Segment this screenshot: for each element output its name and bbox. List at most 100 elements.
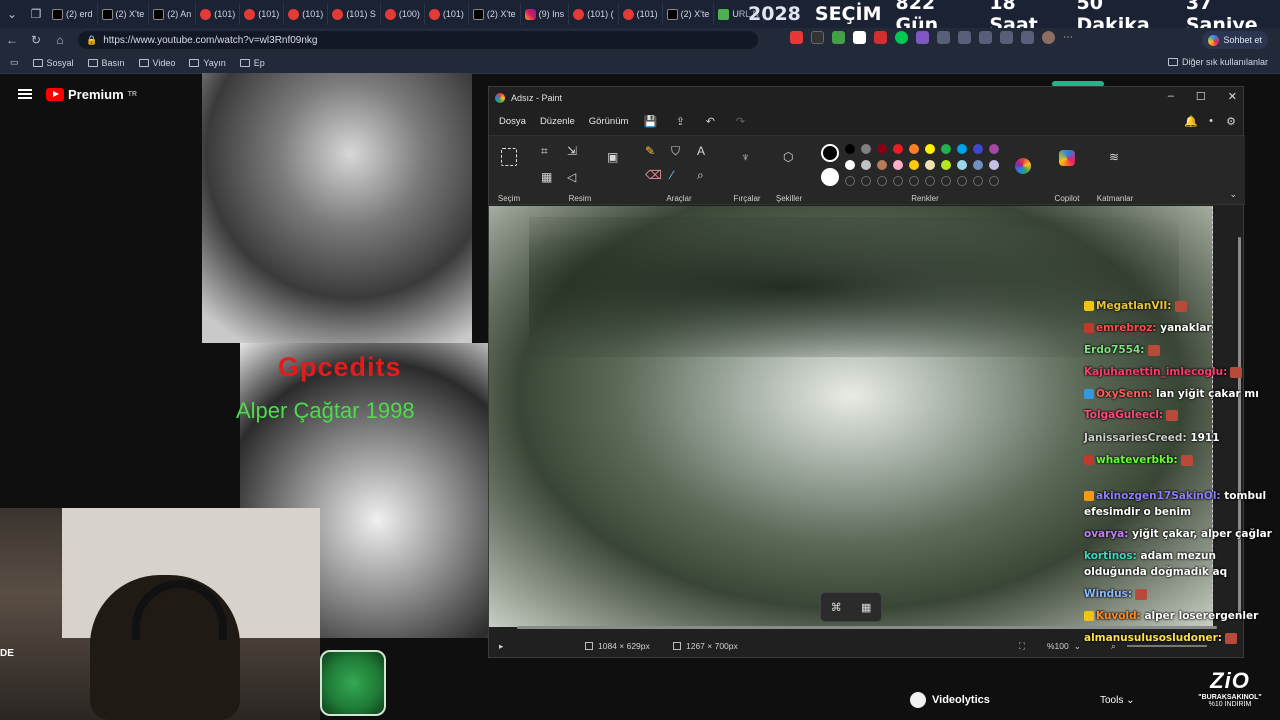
- tools-dropdown[interactable]: Tools ⌄: [1100, 695, 1135, 706]
- menu-file[interactable]: Dosya: [499, 114, 526, 129]
- bookmark-folder-video[interactable]: Video: [138, 58, 175, 68]
- extension-icon[interactable]: [853, 31, 866, 44]
- browser-tab[interactable]: (9) Ins: [521, 3, 570, 25]
- extension-icon[interactable]: [790, 31, 803, 44]
- bookmark-folder-sosyal[interactable]: Sosyal: [32, 58, 74, 68]
- back-arrow-icon[interactable]: ←: [0, 33, 24, 47]
- custom-color-slot[interactable]: [877, 176, 887, 186]
- color-swatch[interactable]: [893, 160, 903, 170]
- color-swatch[interactable]: [877, 144, 887, 154]
- collections-icon[interactable]: [1000, 31, 1013, 44]
- primary-color-swatch[interactable]: [821, 144, 839, 162]
- color-wheel-icon[interactable]: [1015, 158, 1031, 174]
- custom-color-slot[interactable]: [989, 176, 999, 186]
- zoom-level[interactable]: %100 ⌄: [1047, 641, 1081, 652]
- color-swatch[interactable]: [957, 144, 967, 154]
- extension-icon[interactable]: [811, 31, 824, 44]
- fill-bucket-icon[interactable]: ⛉: [671, 144, 680, 159]
- magnifier-icon[interactable]: ⌕: [697, 168, 704, 183]
- background-remove-icon[interactable]: ▣: [607, 150, 618, 164]
- hamburger-menu-icon[interactable]: [18, 89, 32, 99]
- maximize-icon[interactable]: ☐: [1196, 90, 1206, 103]
- puzzle-icon[interactable]: [937, 31, 950, 44]
- extension-icon[interactable]: [874, 31, 887, 44]
- pencil-icon[interactable]: ✎: [645, 144, 655, 158]
- youtube-premium-logo[interactable]: Premium TR: [46, 87, 137, 102]
- menu-view[interactable]: Görünüm: [589, 114, 629, 129]
- text-tool-icon[interactable]: A: [697, 144, 705, 158]
- color-swatch[interactable]: [893, 144, 903, 154]
- browser-tab[interactable]: (2) X'te: [663, 3, 715, 25]
- color-swatch[interactable]: [877, 160, 887, 170]
- color-swatch[interactable]: [989, 160, 999, 170]
- crop-selection-icon[interactable]: ▦: [861, 601, 871, 614]
- avatar[interactable]: [1042, 31, 1055, 44]
- close-icon[interactable]: ✕: [1228, 90, 1237, 103]
- favorites-star-icon[interactable]: [979, 31, 992, 44]
- notification-icon[interactable]: 🔔: [1183, 115, 1199, 128]
- extension-icon[interactable]: [916, 31, 929, 44]
- copilot-chat-button[interactable]: Sohbet et: [1202, 31, 1268, 49]
- ribbon-expand-chevron-icon[interactable]: ⌄: [1229, 189, 1237, 200]
- color-swatch[interactable]: [925, 144, 935, 154]
- browser-tab[interactable]: (101) (: [569, 3, 619, 25]
- more-options-icon[interactable]: ⋯: [1063, 31, 1076, 44]
- custom-color-slot[interactable]: [957, 176, 967, 186]
- custom-color-slot[interactable]: [893, 176, 903, 186]
- split-screen-icon[interactable]: [958, 31, 971, 44]
- select-all-icon[interactable]: ▦: [541, 170, 552, 184]
- home-icon[interactable]: ⌂: [48, 33, 72, 47]
- color-swatch[interactable]: [925, 160, 935, 170]
- color-swatch[interactable]: [861, 160, 871, 170]
- custom-color-slot[interactable]: [941, 176, 951, 186]
- selection-tool-icon[interactable]: [501, 148, 517, 166]
- secondary-color-swatch[interactable]: [821, 168, 839, 186]
- menu-edit[interactable]: Düzenle: [540, 114, 575, 129]
- browser-tab[interactable]: (2) erd: [48, 3, 98, 25]
- color-picker-icon[interactable]: ⁄: [671, 168, 673, 182]
- custom-color-slot[interactable]: [973, 176, 983, 186]
- custom-color-slot[interactable]: [909, 176, 919, 186]
- bookmark-folder-yayin[interactable]: Yayın: [189, 58, 226, 68]
- extension-icon[interactable]: [832, 31, 845, 44]
- browser-tab[interactable]: (101): [240, 3, 285, 25]
- brush-icon[interactable]: ♆: [741, 150, 750, 164]
- color-swatch[interactable]: [941, 144, 951, 154]
- settings-icon[interactable]: ⚙: [1223, 115, 1239, 128]
- undo-icon[interactable]: ↶: [702, 115, 718, 128]
- browser-tab[interactable]: (101): [425, 3, 469, 25]
- resize-icon[interactable]: ⇲: [567, 144, 577, 158]
- rotate-icon[interactable]: ◁: [567, 170, 576, 184]
- color-swatch[interactable]: [973, 144, 983, 154]
- bookmark-folder-ep[interactable]: Ep: [239, 58, 265, 68]
- color-swatch[interactable]: [861, 144, 871, 154]
- custom-color-slot[interactable]: [925, 176, 935, 186]
- reload-icon[interactable]: ↻: [24, 33, 48, 47]
- browser-tab[interactable]: (101): [284, 3, 329, 25]
- bookmark-folder-basin[interactable]: Basın: [87, 58, 125, 68]
- share-icon[interactable]: ⇪: [672, 115, 688, 128]
- address-bar[interactable]: 🔒 https://www.youtube.com/watch?v=wl3Rnf…: [78, 31, 758, 49]
- browser-essentials-icon[interactable]: [1021, 31, 1034, 44]
- crop-icon[interactable]: ⌗: [541, 144, 548, 159]
- color-swatch[interactable]: [973, 160, 983, 170]
- color-swatch[interactable]: [989, 144, 999, 154]
- save-icon[interactable]: 💾: [642, 115, 658, 128]
- browser-tab[interactable]: (101): [619, 3, 663, 25]
- browser-tab[interactable]: (2) An: [149, 3, 197, 25]
- browser-tab[interactable]: (2) X'te: [98, 3, 150, 25]
- color-swatch[interactable]: [941, 160, 951, 170]
- copilot-icon[interactable]: [1059, 150, 1075, 166]
- color-swatch[interactable]: [845, 160, 855, 170]
- tab-list-chevron-icon[interactable]: ⌄: [0, 7, 24, 21]
- color-swatch[interactable]: [909, 160, 919, 170]
- shapes-icon[interactable]: ⬡: [783, 150, 793, 164]
- browser-tab[interactable]: (101): [196, 3, 241, 25]
- custom-color-slot[interactable]: [845, 176, 855, 186]
- minimize-icon[interactable]: –: [1168, 90, 1174, 103]
- eraser-icon[interactable]: ⌫: [645, 168, 662, 182]
- color-swatch[interactable]: [909, 144, 919, 154]
- other-bookmarks[interactable]: Diğer sık kullanılanlar: [1167, 57, 1268, 67]
- browser-tab[interactable]: (100): [381, 3, 425, 25]
- extension-icon[interactable]: [895, 31, 908, 44]
